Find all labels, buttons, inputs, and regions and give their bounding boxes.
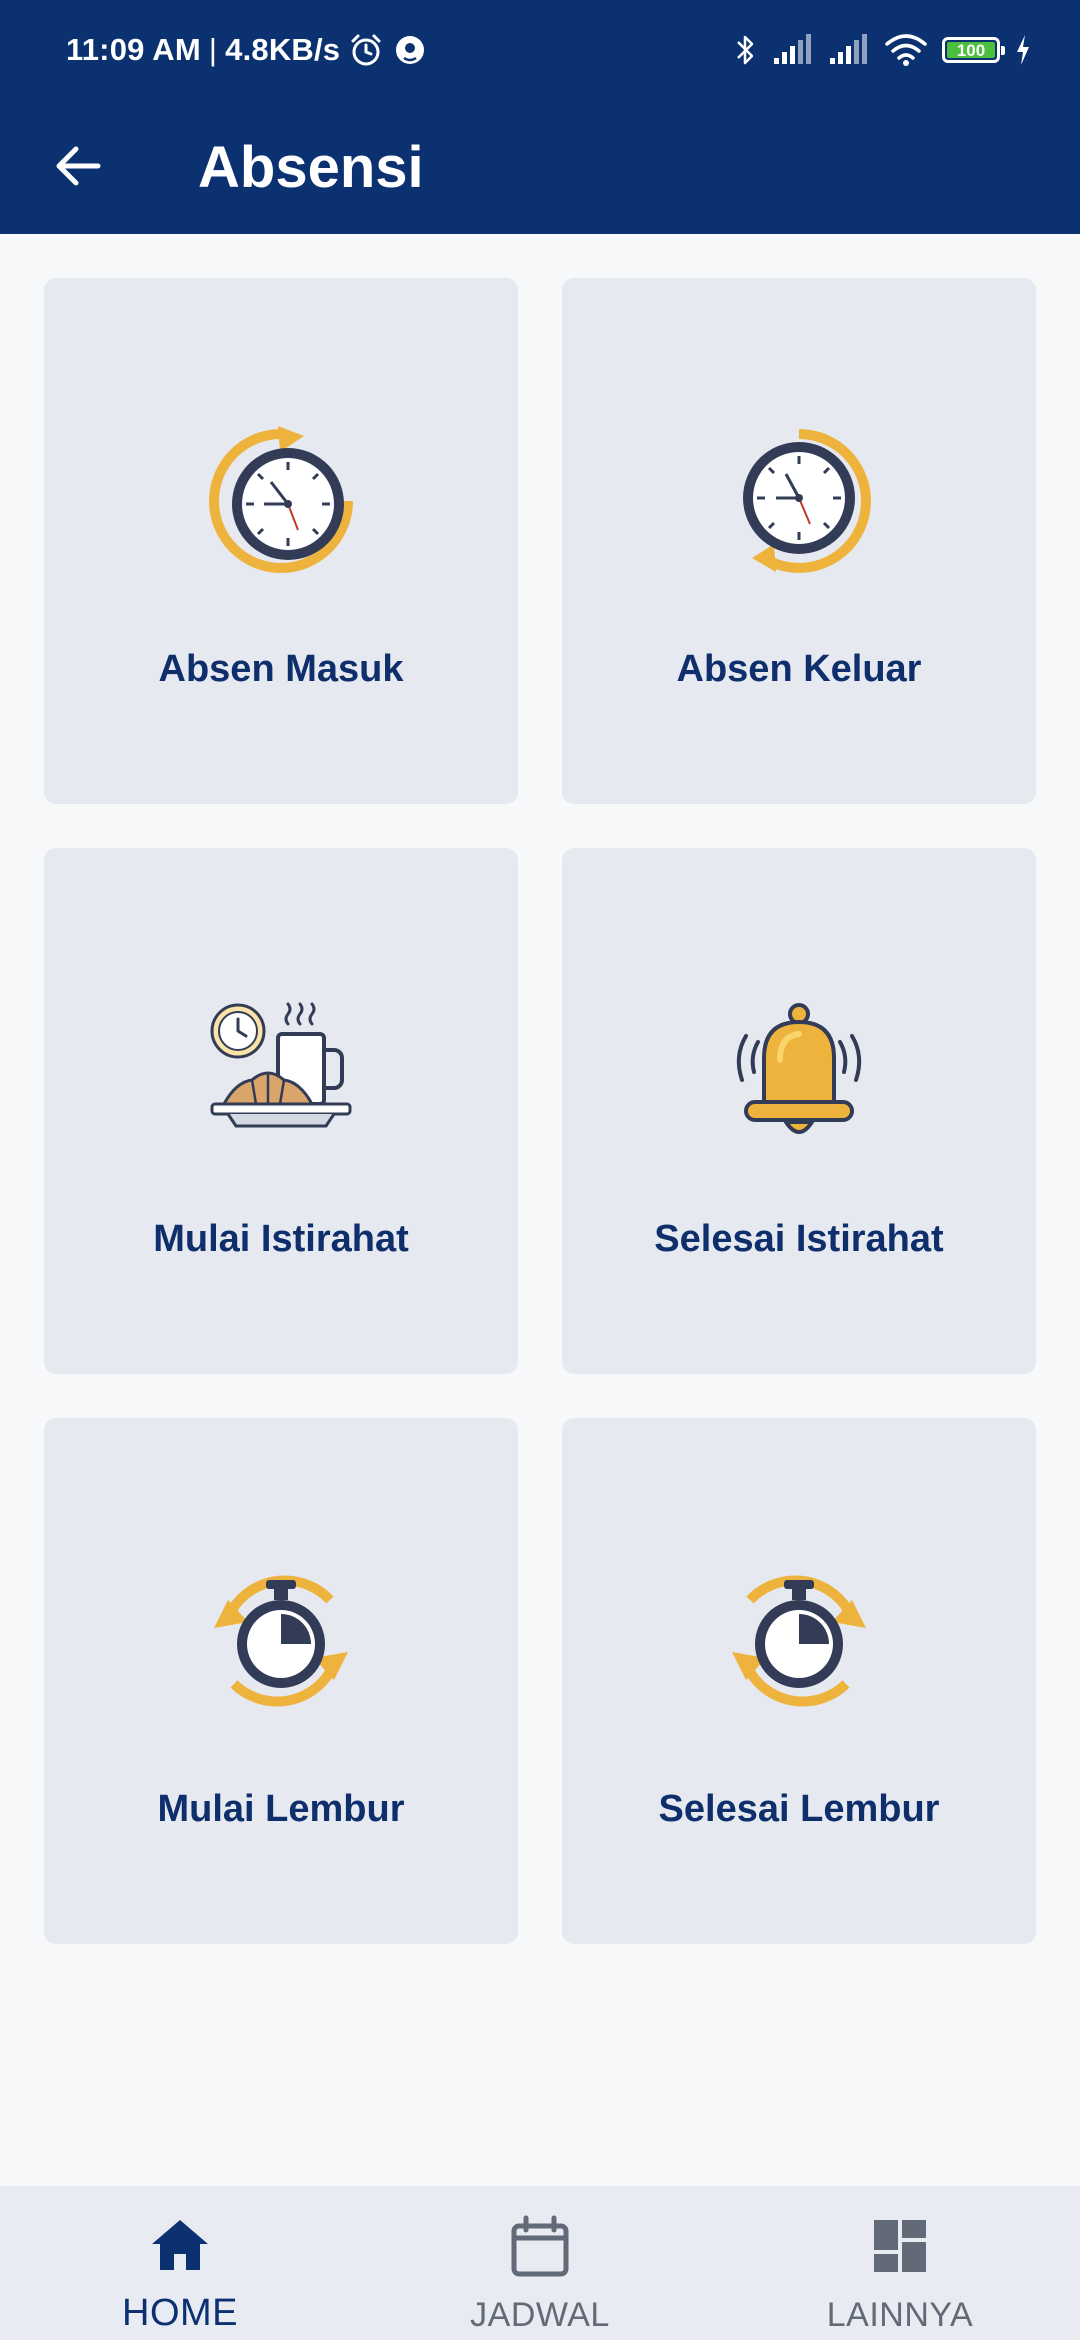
- absen-masuk-card[interactable]: Absen Masuk: [44, 278, 518, 804]
- wifi-icon: [885, 34, 927, 66]
- arrow-back-icon: [56, 146, 101, 186]
- mulai-lembur-label: Mulai Lembur: [157, 1788, 405, 1830]
- calendar-icon: [511, 2215, 569, 2277]
- bell-icon: [736, 1003, 862, 1134]
- mulai-lembur-card[interactable]: Mulai Lembur: [44, 1418, 518, 1944]
- nav-lainnya[interactable]: LAINNYA: [720, 2186, 1080, 2340]
- selesai-lembur-card[interactable]: Selesai Lembur: [562, 1418, 1036, 1944]
- status-bar: 11:09 AM | 4.8KB/s 100: [0, 0, 1080, 100]
- nav-home[interactable]: HOME: [0, 2186, 360, 2340]
- status-time: 11:09 AM: [66, 32, 201, 67]
- absen-keluar-card[interactable]: Absen Keluar: [562, 278, 1036, 804]
- status-net-speed: 4.8KB/s: [225, 32, 341, 67]
- nav-lainnya-label: LAINNYA: [826, 2296, 974, 2334]
- absen-keluar-label: Absen Keluar: [676, 648, 922, 690]
- status-left: 11:09 AM | 4.8KB/s: [66, 28, 428, 72]
- status-right: 100: [734, 28, 1032, 72]
- page-title: Absensi: [198, 134, 424, 200]
- selesai-istirahat-label: Selesai Istirahat: [654, 1218, 944, 1260]
- charging-icon: [1017, 35, 1029, 65]
- clock-counterclockwise-icon: [743, 429, 872, 573]
- clock-clockwise-icon: [209, 426, 353, 573]
- stopwatch-counterclockwise-icon: [732, 1575, 866, 1707]
- dashboard-icon: [874, 2220, 926, 2272]
- bluetooth-icon: [737, 35, 754, 65]
- mulai-istirahat-card[interactable]: Mulai Istirahat: [44, 848, 518, 1374]
- status-separator: |: [208, 32, 218, 67]
- bottom-nav: HOME JADWAL LAINNYA: [0, 2186, 1080, 2340]
- signal-icon: [830, 34, 867, 64]
- signal-icon: [774, 34, 811, 64]
- absen-masuk-label: Absen Masuk: [158, 648, 404, 690]
- home-icon: [152, 2220, 208, 2270]
- stopwatch-clockwise-icon: [214, 1575, 348, 1707]
- battery-level: 100: [947, 42, 995, 59]
- coffee-break-icon: [210, 1002, 352, 1128]
- battery-icon: 100: [942, 37, 1005, 63]
- selesai-lembur-label: Selesai Lembur: [658, 1788, 940, 1830]
- location-icon: [396, 36, 425, 64]
- nav-home-label: HOME: [122, 2292, 238, 2334]
- alarm-icon: [351, 34, 381, 66]
- selesai-istirahat-card[interactable]: Selesai Istirahat: [562, 848, 1036, 1374]
- mulai-istirahat-label: Mulai Istirahat: [153, 1218, 409, 1260]
- app-bar: Absensi: [0, 100, 1080, 234]
- nav-jadwal-label: JADWAL: [470, 2296, 610, 2334]
- back-button[interactable]: [40, 128, 116, 204]
- nav-jadwal[interactable]: JADWAL: [360, 2186, 720, 2340]
